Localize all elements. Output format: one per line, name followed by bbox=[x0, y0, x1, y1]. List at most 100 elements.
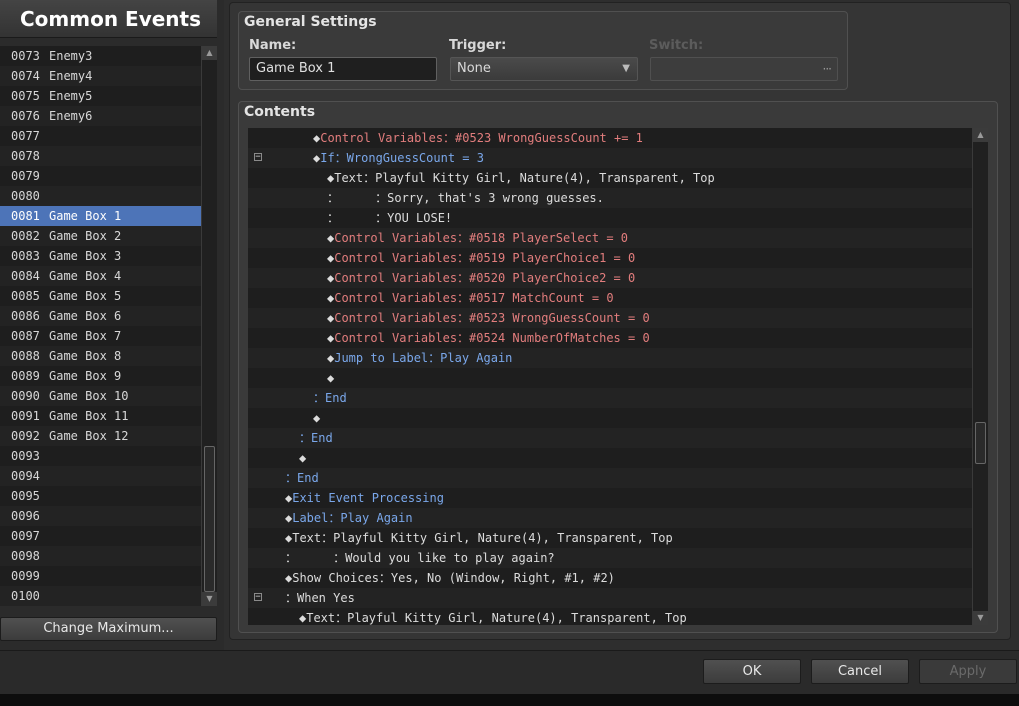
command-text: Control Variables：#0518 PlayerSelect = 0 bbox=[334, 231, 628, 245]
event-command-row[interactable]: ◆Show Choices：Yes, No (Window, Right, #1… bbox=[248, 568, 972, 588]
event-command-row[interactable]: ◆Text：Playful Kitty Girl, Nature(4), Tra… bbox=[248, 528, 972, 548]
event-list-item[interactable]: 0085 Game Box 5 bbox=[0, 286, 201, 306]
event-name: Game Box 7 bbox=[49, 329, 122, 343]
event-list-item[interactable]: 0094 bbox=[0, 466, 201, 486]
event-list-item[interactable]: 0087 Game Box 7 bbox=[0, 326, 201, 346]
event-command-row[interactable]: ◆Control Variables：#0518 PlayerSelect = … bbox=[248, 228, 972, 248]
event-command-row[interactable]: ◆ bbox=[248, 448, 972, 468]
event-command-row[interactable]: ◆Label：Play Again bbox=[248, 508, 972, 528]
event-name: Game Box 2 bbox=[49, 229, 122, 243]
apply-button[interactable]: Apply bbox=[919, 659, 1017, 684]
event-command-row[interactable]: ◆ bbox=[248, 368, 972, 388]
event-list-item[interactable]: 0092 Game Box 12 bbox=[0, 426, 201, 446]
switch-label: Switch: bbox=[649, 38, 704, 53]
change-maximum-button[interactable]: Change Maximum... bbox=[0, 617, 217, 641]
command-text: ：End bbox=[313, 391, 347, 405]
event-command-row[interactable]: ◆Control Variables：#0519 PlayerChoice1 =… bbox=[248, 248, 972, 268]
event-command-row[interactable]: ： ：Sorry, that's 3 wrong guesses. bbox=[248, 188, 972, 208]
event-number: 0079 bbox=[11, 169, 40, 183]
event-command-row[interactable]: ◆Text：Playful Kitty Girl, Nature(4), Tra… bbox=[248, 608, 972, 625]
event-list-item[interactable]: 0093 bbox=[0, 446, 201, 466]
event-list-item[interactable]: 0097 bbox=[0, 526, 201, 546]
event-list-item[interactable]: 0086 Game Box 6 bbox=[0, 306, 201, 326]
event-command-row[interactable]: ：End bbox=[248, 388, 972, 408]
event-number: 0095 bbox=[11, 489, 40, 503]
contents-scrollbar[interactable]: ▲ ▼ bbox=[972, 128, 988, 625]
event-number: 0077 bbox=[11, 129, 40, 143]
event-number: 0087 bbox=[11, 329, 40, 343]
event-list-item[interactable]: 0076 Enemy6 bbox=[0, 106, 201, 126]
scroll-up-arrow-icon[interactable]: ▲ bbox=[973, 128, 988, 142]
events-list-scrollbar[interactable]: ▲ ▼ bbox=[201, 46, 217, 606]
event-name: Game Box 6 bbox=[49, 309, 122, 323]
scroll-up-arrow-icon[interactable]: ▲ bbox=[202, 46, 217, 60]
event-command-row[interactable]: ： ：YOU LOSE! bbox=[248, 208, 972, 228]
event-command-row[interactable]: ◆Control Variables：#0517 MatchCount = 0 bbox=[248, 288, 972, 308]
event-commands-list[interactable]: ◆ Control Variables：#0523 WrongGuessCount… bbox=[248, 128, 972, 625]
event-list-item[interactable]: 0082 Game Box 2 bbox=[0, 226, 201, 246]
event-command-row[interactable]: ◆Control Variables：#0523 WrongGuessCount… bbox=[248, 308, 972, 328]
event-list-item[interactable]: 0080 bbox=[0, 186, 201, 206]
event-number: 0089 bbox=[11, 369, 40, 383]
event-list-item[interactable]: 0088 Game Box 8 bbox=[0, 346, 201, 366]
collapse-toggle-icon[interactable]: − bbox=[254, 153, 262, 162]
bottom-strip bbox=[0, 694, 1019, 706]
event-command-row[interactable]: ◆Control Variables：#0520 PlayerChoice2 =… bbox=[248, 268, 972, 288]
event-list-item[interactable]: 0096 bbox=[0, 506, 201, 526]
event-list-item[interactable]: 0083 Game Box 3 bbox=[0, 246, 201, 266]
event-list-item[interactable]: 0095 bbox=[0, 486, 201, 506]
event-command-row[interactable]: ： ：Would you like to play again? bbox=[248, 548, 972, 568]
ok-button[interactable]: OK bbox=[703, 659, 801, 684]
event-list-item[interactable]: 0098 bbox=[0, 546, 201, 566]
collapse-toggle-icon[interactable]: − bbox=[254, 593, 262, 602]
scroll-down-arrow-icon[interactable]: ▼ bbox=[973, 611, 988, 625]
event-command-row[interactable]: ◆Exit Event Processing bbox=[248, 488, 972, 508]
event-number: 0085 bbox=[11, 289, 40, 303]
event-command-row[interactable]: ◆ bbox=[248, 408, 972, 428]
event-name: Enemy3 bbox=[49, 49, 93, 63]
event-list-item[interactable]: 0073 Enemy3 bbox=[0, 46, 201, 66]
common-events-list[interactable]: 0073 Enemy3 0074 Enemy4 0075 Enemy5 0076 Enemy6… bbox=[0, 46, 201, 606]
event-list-item[interactable]: 0100 bbox=[0, 586, 201, 606]
command-text: Control Variables：#0519 PlayerChoice1 = … bbox=[334, 251, 636, 265]
command-text: Control Variables：#0524 NumberOfMatches … bbox=[334, 331, 650, 345]
event-command-row[interactable]: ：End bbox=[248, 468, 972, 488]
event-command-row[interactable]: ◆Jump to Label：Play Again bbox=[248, 348, 972, 368]
event-name: Game Box 5 bbox=[49, 289, 122, 303]
command-text: (Window, Right, #1, #2) bbox=[448, 571, 615, 585]
event-list-item[interactable]: 0091 Game Box 11 bbox=[0, 406, 201, 426]
event-command-row[interactable]: ：End bbox=[248, 428, 972, 448]
event-list-item[interactable]: 0078 bbox=[0, 146, 201, 166]
event-list-item[interactable]: 0099 bbox=[0, 566, 201, 586]
event-list-item[interactable]: 0089 Game Box 9 bbox=[0, 366, 201, 386]
switch-select[interactable]: ··· bbox=[650, 57, 838, 81]
name-input[interactable]: Game Box 1 bbox=[249, 57, 437, 81]
event-list-item[interactable]: 0081 Game Box 1 bbox=[0, 206, 201, 226]
event-command-row[interactable]: ◆Text：Playful Kitty Girl, Nature(4), Tra… bbox=[248, 168, 972, 188]
command-text: ： ：YOU LOSE! bbox=[327, 211, 453, 225]
trigger-select[interactable]: None ▼ bbox=[450, 57, 638, 81]
command-text: ： ：Sorry, that's 3 wrong guesses. bbox=[327, 191, 604, 205]
event-list-item[interactable]: 0084 Game Box 4 bbox=[0, 266, 201, 286]
event-list-item[interactable]: 0074 Enemy4 bbox=[0, 66, 201, 86]
event-list-item[interactable]: 0090 Game Box 10 bbox=[0, 386, 201, 406]
event-command-row[interactable]: − ◆If：WrongGuessCount = 3 bbox=[248, 148, 972, 168]
event-number: 0098 bbox=[11, 549, 40, 563]
event-command-row[interactable]: ◆Control Variables：#0523 WrongGuessCount… bbox=[248, 128, 972, 148]
scroll-thumb[interactable] bbox=[975, 422, 986, 464]
event-command-row[interactable]: ◆Control Variables：#0524 NumberOfMatches… bbox=[248, 328, 972, 348]
scroll-down-arrow-icon[interactable]: ▼ bbox=[202, 592, 217, 606]
event-number: 0097 bbox=[11, 529, 40, 543]
scroll-thumb[interactable] bbox=[204, 446, 215, 592]
command-text: Text：Playful Kitty Girl, Nature(4), Tran… bbox=[334, 171, 715, 185]
event-list-item[interactable]: 0075 Enemy5 bbox=[0, 86, 201, 106]
command-text: Label：Play Again bbox=[292, 511, 413, 525]
event-list-item[interactable]: 0079 bbox=[0, 166, 201, 186]
event-list-item[interactable]: 0077 bbox=[0, 126, 201, 146]
event-name: Enemy5 bbox=[49, 89, 93, 103]
event-command-row[interactable]: − ：When Yes bbox=[248, 588, 972, 608]
event-name: Game Box 11 bbox=[49, 409, 129, 423]
event-name: Game Box 1 bbox=[49, 209, 122, 223]
cancel-button[interactable]: Cancel bbox=[811, 659, 909, 684]
trigger-label: Trigger: bbox=[449, 38, 507, 53]
